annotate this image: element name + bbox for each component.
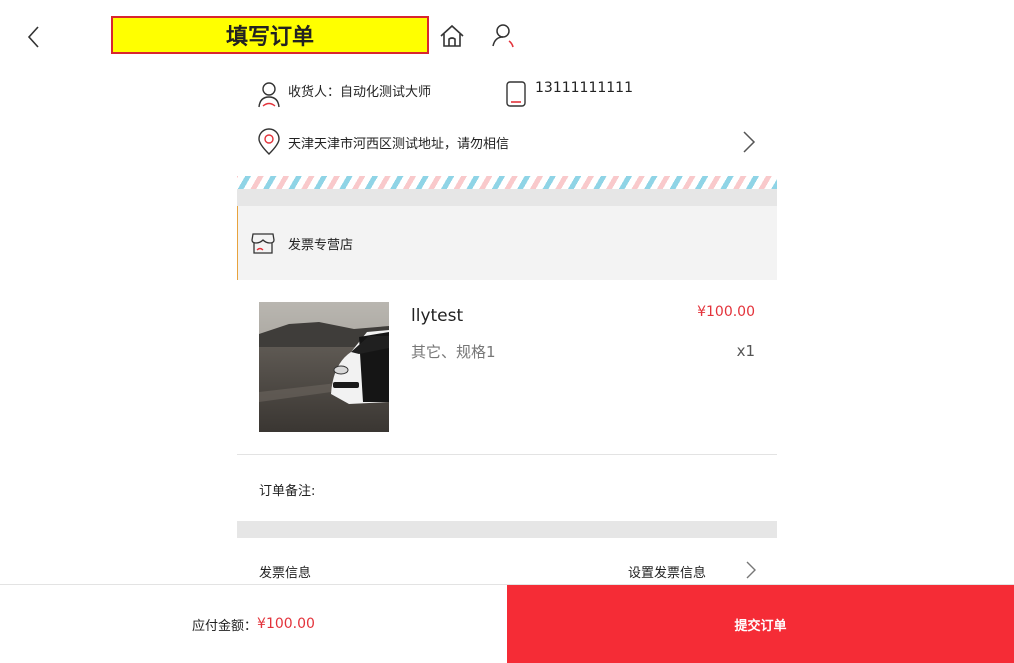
section-separator [237, 189, 777, 206]
chevron-right-icon [746, 561, 756, 579]
product-quantity: x1 [736, 342, 755, 360]
product-price: ¥100.00 [697, 304, 755, 320]
submit-order-button[interactable]: 提交订单 [507, 585, 1014, 663]
phone-icon [506, 81, 526, 107]
receiver-phone: 13111111111 [535, 80, 633, 96]
chevron-right-icon [743, 131, 756, 153]
home-icon [440, 24, 464, 47]
product-spec: 其它、规格1 [411, 343, 496, 361]
receiver-info: 收货人：自动化测试大师 13111111111 [258, 78, 778, 110]
divider [237, 454, 777, 455]
total-label: 应付金额： [192, 618, 258, 634]
invoice-label: 发票信息 [259, 566, 312, 581]
order-remark-label: 订单备注: [259, 484, 316, 499]
back-button[interactable] [24, 24, 46, 50]
total-section: 应付金额： ¥100.00 [0, 585, 507, 663]
product-name: llytest [411, 306, 464, 326]
location-pin-icon [258, 128, 280, 155]
section-separator [237, 521, 777, 538]
total-amount: ¥100.00 [257, 616, 315, 632]
invoice-settings[interactable]: 发票信息 设置发票信息 [237, 556, 777, 584]
product-image [259, 302, 389, 432]
invoice-action-text: 设置发票信息 [628, 566, 707, 581]
user-icon [492, 24, 514, 48]
address-stripe-border [237, 176, 777, 189]
checkout-bar: 应付金额： ¥100.00 提交订单 [0, 584, 1014, 663]
receiver-icon [258, 82, 280, 108]
shop-name: 发票专营店 [288, 238, 354, 253]
receiver-name: 收货人：自动化测试大师 [288, 85, 432, 100]
home-button[interactable] [438, 22, 466, 50]
user-button[interactable] [490, 22, 518, 50]
address-selector[interactable]: 天津天津市河西区测试地址，请勿相信 [258, 126, 758, 158]
address-text: 天津天津市河西区测试地址，请勿相信 [288, 137, 510, 152]
shop-icon [251, 233, 275, 254]
back-icon [27, 26, 39, 48]
shop-header: 发票专营店 [237, 206, 777, 280]
page-title: 填写订单 [111, 16, 429, 54]
